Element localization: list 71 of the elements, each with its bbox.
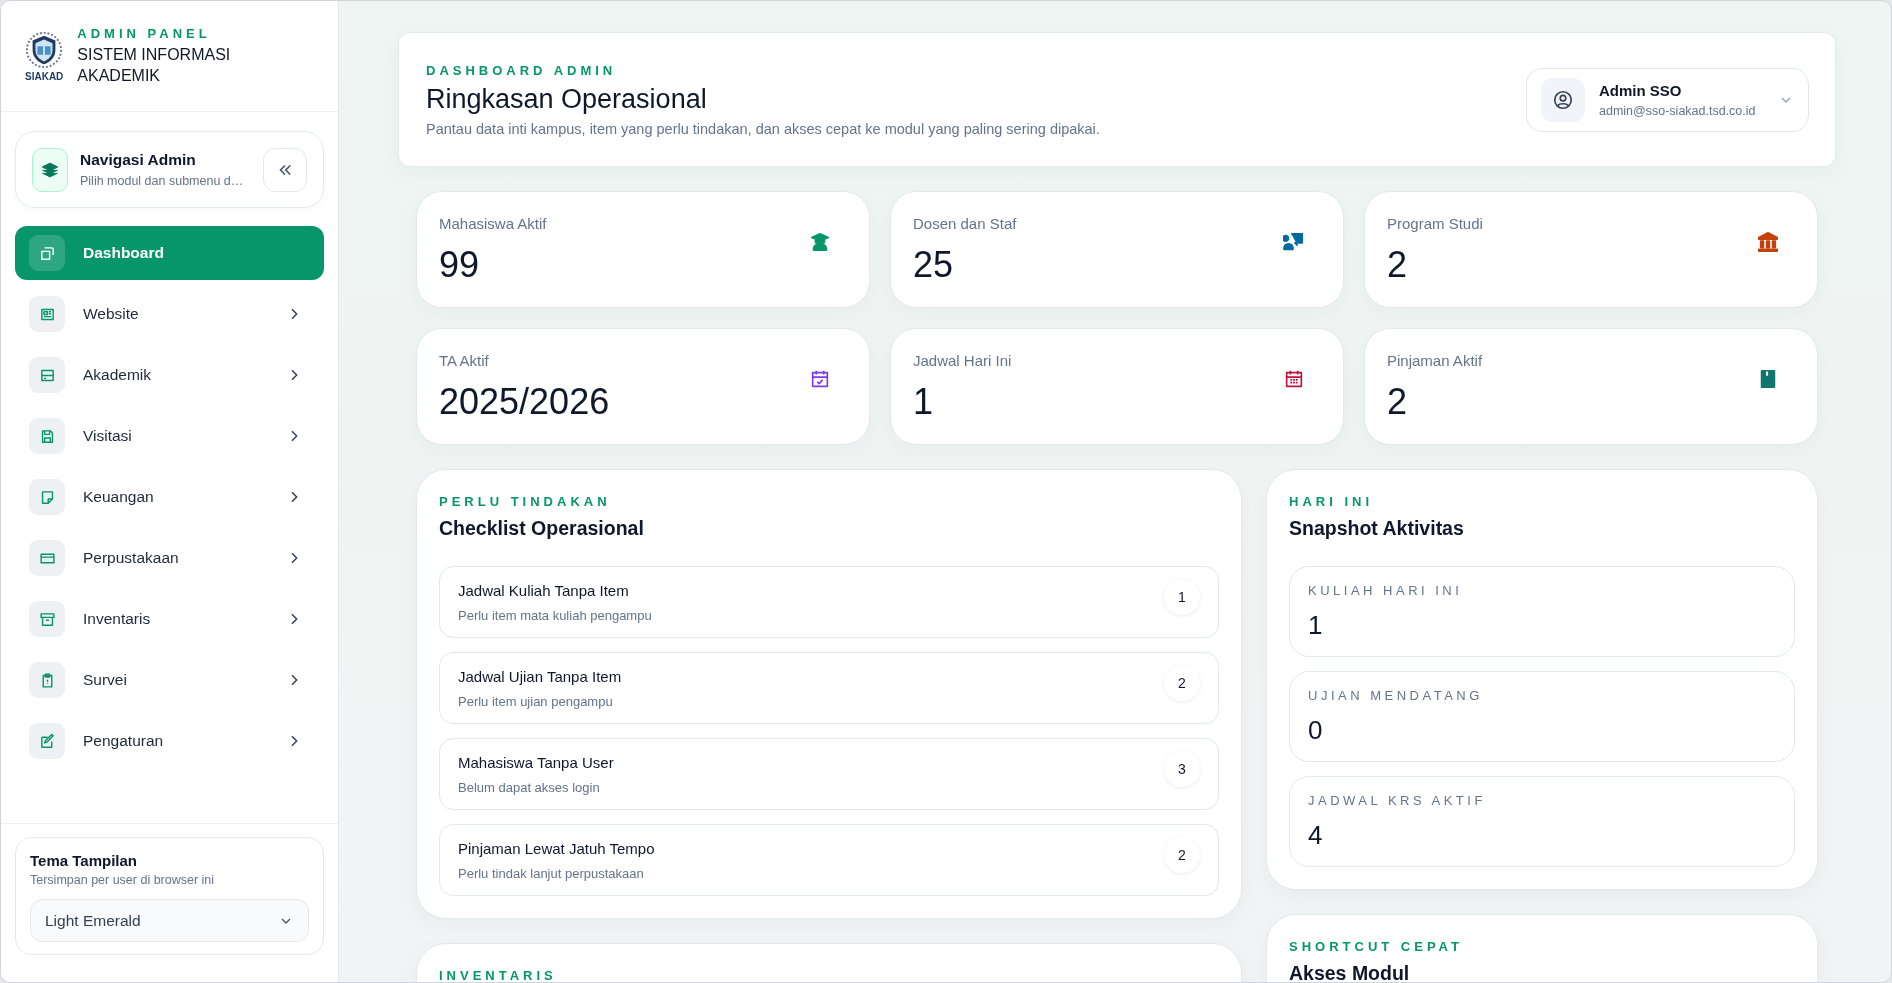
page-title: Ringkasan Operasional bbox=[426, 83, 708, 115]
count-badge: 2 bbox=[1164, 665, 1200, 701]
stat-value: 99 bbox=[439, 244, 481, 286]
stat-label: Mahasiswa Aktif bbox=[439, 215, 547, 232]
item-subtitle: Perlu tindak lanjut perpustakaan bbox=[458, 865, 645, 881]
stat-label: Program Studi bbox=[1387, 215, 1483, 232]
section-title: Akses Modul bbox=[1289, 962, 1411, 982]
nav-item[interactable]: Inventaris bbox=[15, 592, 324, 646]
shield-logo-icon bbox=[25, 30, 64, 69]
section-title: Checklist Operasional bbox=[439, 517, 645, 540]
item-subtitle: Belum dapat akses login bbox=[458, 779, 601, 795]
stat-value: 2 bbox=[1387, 381, 1409, 423]
layers-icon bbox=[41, 160, 59, 179]
nav-item[interactable]: Perpustakaan bbox=[15, 531, 324, 585]
section-eyebrow: SHORTCUT CEPAT bbox=[1289, 939, 1464, 954]
section-eyebrow: HARI INI bbox=[1289, 494, 1374, 509]
collapse-button[interactable] bbox=[263, 147, 307, 192]
nav-item[interactable]: Keuangan bbox=[15, 470, 324, 524]
count-badge: 2 bbox=[1164, 837, 1200, 873]
theme-subtitle: Tersimpan per user di browser ini bbox=[30, 873, 216, 887]
edit-icon bbox=[38, 732, 56, 750]
nav-subtitle: Pilih modul dan submenu d… bbox=[80, 174, 245, 188]
snapshot-value: 1 bbox=[1308, 610, 1324, 641]
theme-select[interactable]: Light Emerald bbox=[30, 899, 309, 942]
count-badge: 3 bbox=[1164, 751, 1200, 787]
snapshot-value: 0 bbox=[1308, 715, 1324, 746]
nav-item[interactable]: Pengaturan bbox=[15, 714, 324, 768]
stat-label: Jadwal Hari Ini bbox=[913, 352, 1012, 369]
section-eyebrow: INVENTARIS bbox=[439, 968, 558, 982]
app-title: SISTEM INFORMASI AKADEMIK bbox=[77, 45, 232, 86]
checklist-item[interactable]: Jadwal Ujian Tanpa Item Perlu item ujian pengampu 2 bbox=[439, 652, 1219, 724]
item-title: Jadwal Kuliah Tanpa Item bbox=[458, 581, 630, 599]
checklist-item[interactable]: Jadwal Kuliah Tanpa Item Perlu item mata kuliah pengampu 1 bbox=[439, 566, 1219, 638]
user-circle-icon bbox=[1552, 88, 1574, 111]
snapshot-label: UJIAN MENDATANG bbox=[1308, 688, 1484, 703]
logo-text: SIAKAD bbox=[25, 70, 64, 82]
checklist-item[interactable]: Mahasiswa Tanpa User Belum dapat akses login 3 bbox=[439, 738, 1219, 810]
header-eyebrow: DASHBOARD ADMIN bbox=[426, 62, 618, 78]
stat-label: TA Aktif bbox=[439, 352, 490, 369]
snapshot-label: JADWAL KRS AKTIF bbox=[1308, 793, 1487, 808]
user-email: admin@sso-siakad.tsd.co.id bbox=[1599, 103, 1757, 118]
user-menu[interactable]: Admin SSO admin@sso-siakad.tsd.co.id bbox=[1526, 67, 1809, 132]
item-title: Jadwal Ujian Tanpa Item bbox=[458, 667, 622, 685]
stat-value: 2025/2026 bbox=[439, 381, 610, 423]
nav-item[interactable]: Visitasi bbox=[15, 409, 324, 463]
nav-item[interactable]: Website bbox=[15, 287, 324, 341]
nav-item[interactable]: Akademik bbox=[15, 348, 324, 402]
nav-item[interactable]: Dashboard bbox=[15, 226, 324, 280]
theme-title: Tema Tampilan bbox=[30, 852, 138, 869]
section-eyebrow: PERLU TINDAKAN bbox=[439, 494, 612, 509]
count-badge: 1 bbox=[1164, 579, 1200, 615]
item-title: Pinjaman Lewat Jatuh Tempo bbox=[458, 839, 655, 857]
nav-title: Navigasi Admin bbox=[80, 151, 197, 169]
user-name: Admin SSO bbox=[1599, 81, 1683, 99]
item-subtitle: Perlu item mata kuliah pengampu bbox=[458, 607, 652, 623]
stat-label: Pinjaman Aktif bbox=[1387, 352, 1483, 369]
checklist-item[interactable]: Pinjaman Lewat Jatuh Tempo Perlu tindak lanjut perpustakaan 2 bbox=[439, 824, 1219, 896]
stat-label: Dosen dan Staf bbox=[913, 215, 1017, 232]
item-subtitle: Perlu item ujian pengampu bbox=[458, 693, 614, 709]
brand-eyebrow: ADMIN PANEL bbox=[77, 26, 212, 41]
stat-value: 25 bbox=[913, 244, 955, 286]
page-subtitle: Pantau data inti kampus, item yang perlu tindakan, dan akses cepat ke modul yang paling sering dipakai. bbox=[426, 120, 1100, 137]
item-title: Mahasiswa Tanpa User bbox=[458, 753, 614, 771]
snapshot-value: 4 bbox=[1308, 820, 1324, 851]
nav-item[interactable]: Survei bbox=[15, 653, 324, 707]
snapshot-label: KULIAH HARI INI bbox=[1308, 583, 1464, 598]
windows-icon bbox=[38, 244, 56, 262]
section-title: Snapshot Aktivitas bbox=[1289, 517, 1465, 540]
stat-value: 2 bbox=[1387, 244, 1409, 286]
stat-value: 1 bbox=[913, 381, 935, 423]
archive-icon bbox=[38, 610, 56, 628]
